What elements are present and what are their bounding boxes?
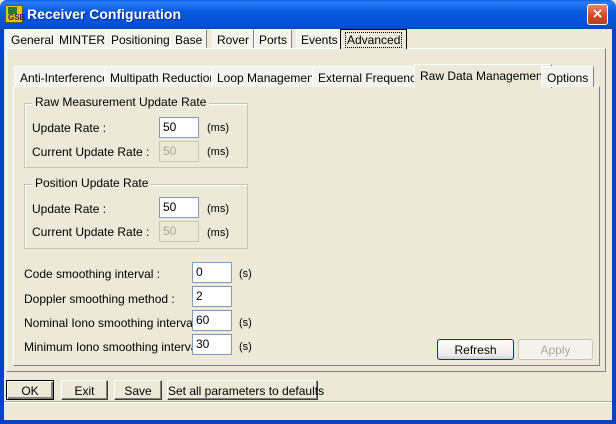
pos-update-rate-label: Update Rate : [32, 202, 107, 216]
tab-general[interactable]: General [6, 29, 59, 48]
pos-update-rate-unit: (ms) [207, 203, 229, 215]
pos-update-rate-input[interactable]: 50 [159, 197, 199, 218]
nominal-iono-label: Nominal Iono smoothing interval : [24, 316, 203, 330]
ok-button[interactable]: OK [6, 380, 54, 400]
window-frame-left [0, 29, 4, 424]
minimum-iono-input[interactable]: 30 [192, 334, 232, 355]
apply-button[interactable]: Apply [518, 339, 593, 360]
code-smoothing-label: Code smoothing interval : [24, 267, 161, 281]
tab-loop-management[interactable]: Loop Management [211, 66, 324, 87]
tab-anti-interference[interactable]: Anti-Interference [14, 66, 115, 87]
app-icon: GSB [5, 5, 25, 23]
pos-current-rate-input: 50 [159, 221, 199, 242]
tab-raw-data-management[interactable]: Raw Data Management [414, 64, 553, 88]
raw-update-rate-unit: (ms) [207, 122, 229, 134]
raw-current-rate-input: 50 [159, 141, 199, 162]
status-divider [4, 401, 612, 403]
tab-base[interactable]: Base [170, 29, 208, 48]
tab-minter[interactable]: MINTER [54, 29, 110, 48]
raw-current-rate-label: Current Update Rate : [32, 145, 150, 159]
window-frame-bottom [0, 420, 616, 424]
minimum-iono-label: Minimum Iono smoothing interval : [24, 340, 207, 354]
exit-button[interactable]: Exit [61, 380, 108, 400]
nominal-iono-input[interactable]: 60 [192, 310, 232, 331]
tab-rover[interactable]: Rover [212, 29, 255, 48]
minimum-iono-unit: (s) [239, 341, 252, 353]
save-button[interactable]: Save [114, 380, 162, 400]
window-frame-right [612, 29, 616, 424]
code-smoothing-input[interactable]: 0 [192, 262, 232, 283]
tab-positioning[interactable]: Positioning [106, 29, 175, 48]
raw-current-rate-unit: (ms) [207, 146, 229, 158]
tab-multipath-reduction[interactable]: Multipath Reduction [104, 66, 223, 87]
tab-external-frequency[interactable]: External Frequency [312, 66, 429, 87]
pos-current-rate-unit: (ms) [207, 227, 229, 239]
tab-advanced[interactable]: Advanced [340, 29, 408, 49]
tab-events[interactable]: Events [296, 29, 343, 48]
doppler-smoothing-input[interactable]: 2 [192, 286, 232, 307]
position-update-group-title: Position Update Rate [32, 177, 152, 190]
close-icon[interactable]: × [587, 4, 608, 25]
refresh-button[interactable]: Refresh [437, 339, 514, 360]
doppler-smoothing-label: Doppler smoothing method : [24, 292, 175, 306]
tab-options[interactable]: Options [541, 66, 595, 87]
set-defaults-button[interactable]: Set all parameters to defaults [167, 380, 324, 400]
nominal-iono-unit: (s) [239, 317, 252, 329]
code-smoothing-unit: (s) [239, 268, 252, 280]
tab-ports[interactable]: Ports [254, 29, 293, 48]
raw-update-rate-label: Update Rate : [32, 121, 107, 135]
raw-measurement-group-title: Raw Measurement Update Rate [32, 96, 210, 109]
raw-update-rate-input[interactable]: 50 [159, 117, 199, 138]
window-title: Receiver Configuration [27, 6, 182, 22]
pos-current-rate-label: Current Update Rate : [32, 225, 150, 239]
